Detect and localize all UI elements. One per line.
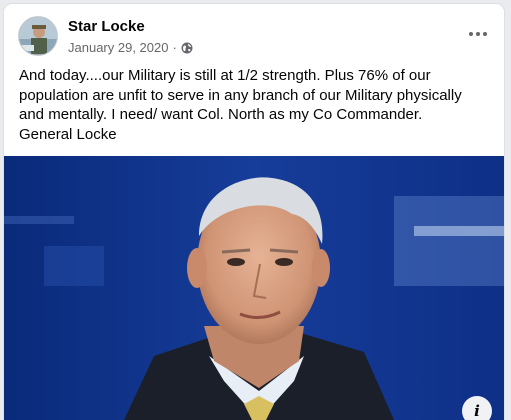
globe-icon [181,42,193,54]
author-name[interactable]: Star Locke [68,18,145,35]
post-meta: January 29, 2020 · [68,40,193,55]
post-photo[interactable]: i [4,156,504,420]
author-avatar[interactable] [18,16,58,56]
post-card: Star Locke January 29, 2020 · And today.… [4,4,504,420]
info-icon[interactable]: i [462,396,492,420]
meta-separator: · [172,40,177,55]
post-text: And today....our Military is still at 1/… [19,67,462,143]
info-icon-label: i [474,402,480,420]
post-header: Star Locke January 29, 2020 · [18,14,494,58]
post-date[interactable]: January 29, 2020 [68,40,168,55]
more-options-icon[interactable] [464,22,492,46]
